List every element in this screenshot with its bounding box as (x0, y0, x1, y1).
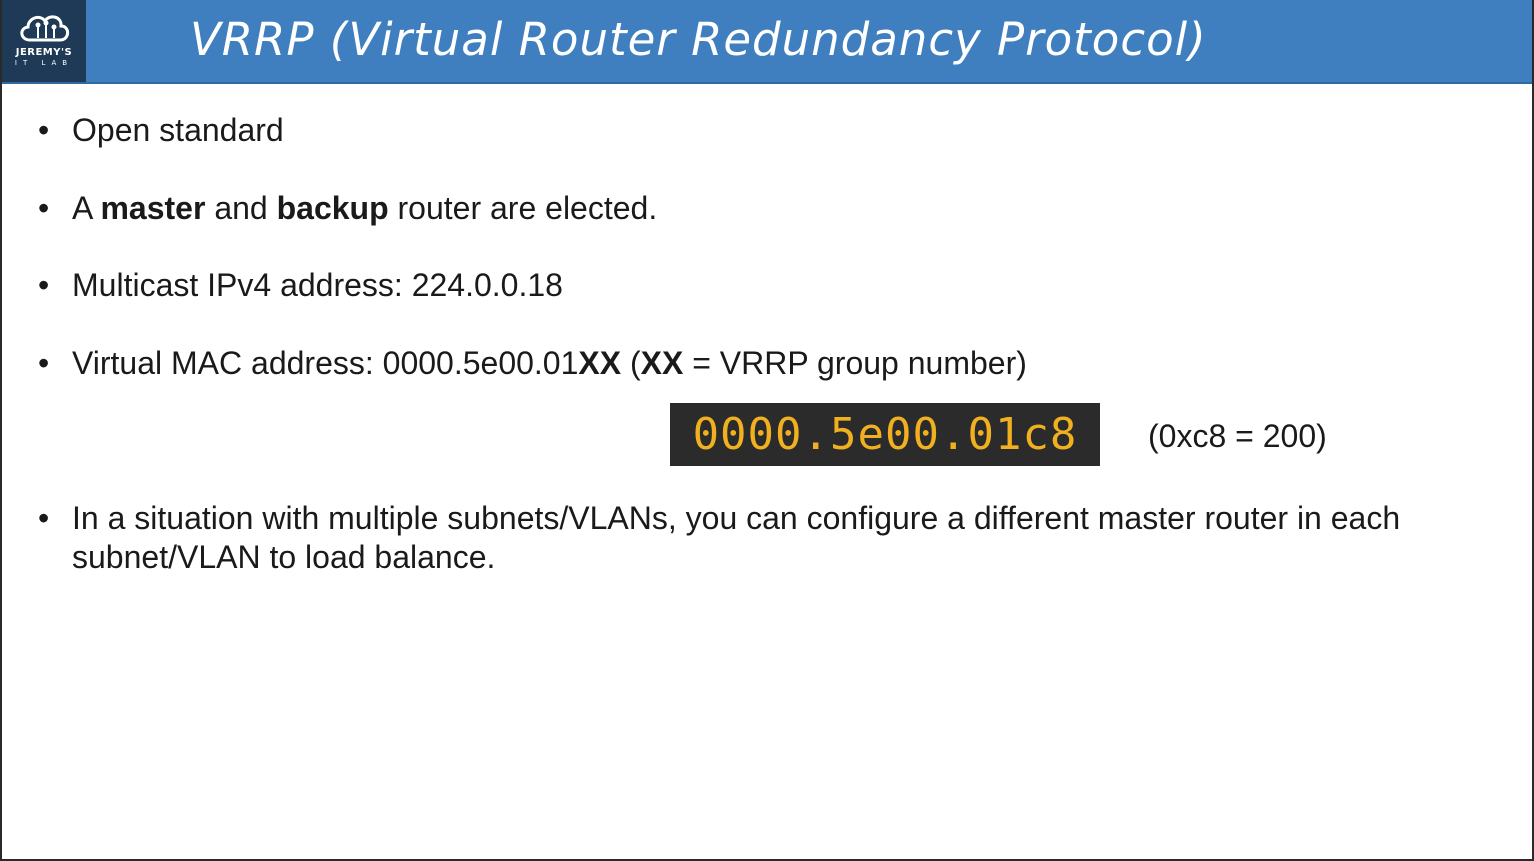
mac-example-note: (0xc8 = 200) (1148, 418, 1327, 454)
bullet-text: In a situation with multiple subnets/VLA… (72, 500, 1401, 575)
slide: JEREMY'S IT LAB VRRP (Virtual Router Red… (2, 0, 1532, 859)
text-segment: = VRRP group number) (683, 345, 1027, 381)
bold-master: master (100, 190, 206, 226)
title-bar: JEREMY'S IT LAB VRRP (Virtual Router Red… (2, 0, 1532, 84)
bullet-dot: • (38, 500, 50, 536)
logo-name: JEREMY'S (15, 47, 73, 58)
bullet-text: Open standard (72, 112, 284, 148)
slide-title: VRRP (Virtual Router Redundancy Protocol… (190, 13, 1207, 66)
jeremys-it-lab-logo: JEREMY'S IT LAB (2, 0, 86, 82)
bold-xx: XX (578, 345, 622, 381)
text-segment: router are elected. (388, 190, 658, 226)
text-segment: A (72, 190, 101, 226)
bullet-text: Multicast IPv4 address: 224.0.0.18 (72, 267, 563, 303)
bold-xx: XX (640, 345, 684, 381)
bullet-dot: • (38, 345, 50, 381)
logo-subtitle: IT LAB (14, 59, 74, 67)
bullet-text: A master and backup router are elected. (72, 189, 1462, 228)
text-segment: Virtual MAC address: 0000.5e00.01 (72, 345, 579, 381)
text-segment: and (205, 190, 277, 226)
bullet-dot: • (38, 190, 50, 226)
mac-example-box: 0000.5e00.01c8 (670, 403, 1100, 466)
bullet-dot: • (38, 267, 50, 303)
bullet-text: Virtual MAC address: 0000.5e00.01XX (XX … (72, 344, 1462, 383)
cloud-circuit-icon (20, 15, 70, 42)
bold-backup: backup (276, 190, 389, 226)
text-segment: ( (621, 345, 641, 381)
bullet-dot: • (38, 112, 50, 148)
